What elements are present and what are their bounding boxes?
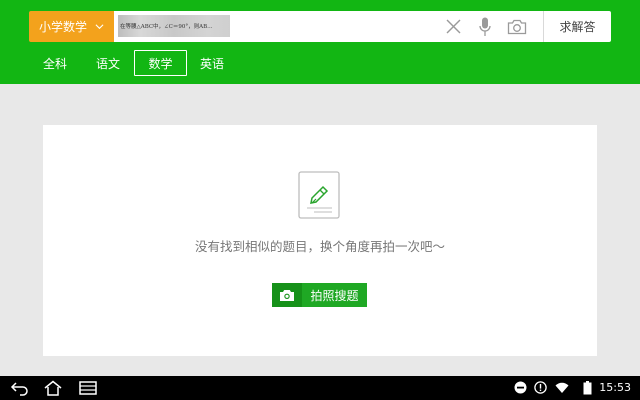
query-image-text: 在等腰△ABC中，∠C＝90°，则AB… [120, 24, 213, 30]
camera-icon [280, 289, 294, 301]
dnd-icon [514, 381, 527, 394]
empty-result-message: 没有找到相似的题目，换个角度再拍一次吧～ [194, 239, 445, 254]
tab-math[interactable]: 数学 [134, 50, 187, 76]
back-icon[interactable] [10, 380, 30, 396]
photo-search-label: 拍照搜题 [310, 288, 359, 303]
query-image-thumbnail[interactable]: 在等腰△ABC中，∠C＝90°，则AB… [118, 15, 230, 37]
clear-button[interactable] [444, 16, 462, 37]
camera-button[interactable] [507, 16, 527, 37]
system-navigation-bar: 15:53 [0, 376, 640, 400]
microphone-icon [479, 17, 491, 36]
home-icon[interactable] [43, 380, 63, 396]
pen-note-icon [298, 171, 340, 219]
search-input[interactable]: 在等腰△ABC中，∠C＝90°，则AB… [114, 11, 543, 42]
tab-chinese[interactable]: 语文 [89, 50, 127, 76]
battery-icon [583, 381, 592, 395]
photo-search-camera [272, 283, 302, 307]
chevron-down-icon [95, 24, 104, 30]
grade-selector[interactable]: 小学数学 [29, 11, 114, 42]
subject-tabs: 全科 语文 数学 英语 [0, 50, 640, 76]
solve-button[interactable]: 求解答 [543, 11, 611, 42]
recent-apps-icon[interactable] [79, 380, 97, 396]
grade-label: 小学数学 [38, 20, 87, 34]
alert-icon [534, 381, 547, 394]
voice-button[interactable] [478, 16, 492, 37]
tab-english[interactable]: 英语 [193, 50, 231, 76]
clear-icon [446, 19, 460, 34]
status-time: 15:53 [599, 381, 631, 394]
search-bar: 小学数学 在等腰△ABC中，∠C＝90°，则AB… 求解答 [29, 11, 611, 42]
result-card: 没有找到相似的题目，换个角度再拍一次吧～ 拍照搜题 [43, 125, 597, 356]
app-header: 小学数学 在等腰△ABC中，∠C＝90°，则AB… 求解答 全科 语文 数学 英… [0, 0, 640, 84]
wifi-icon [555, 382, 569, 393]
tab-all-subjects[interactable]: 全科 [36, 50, 74, 76]
camera-icon [507, 19, 527, 34]
photo-search-button[interactable]: 拍照搜题 [272, 283, 367, 307]
